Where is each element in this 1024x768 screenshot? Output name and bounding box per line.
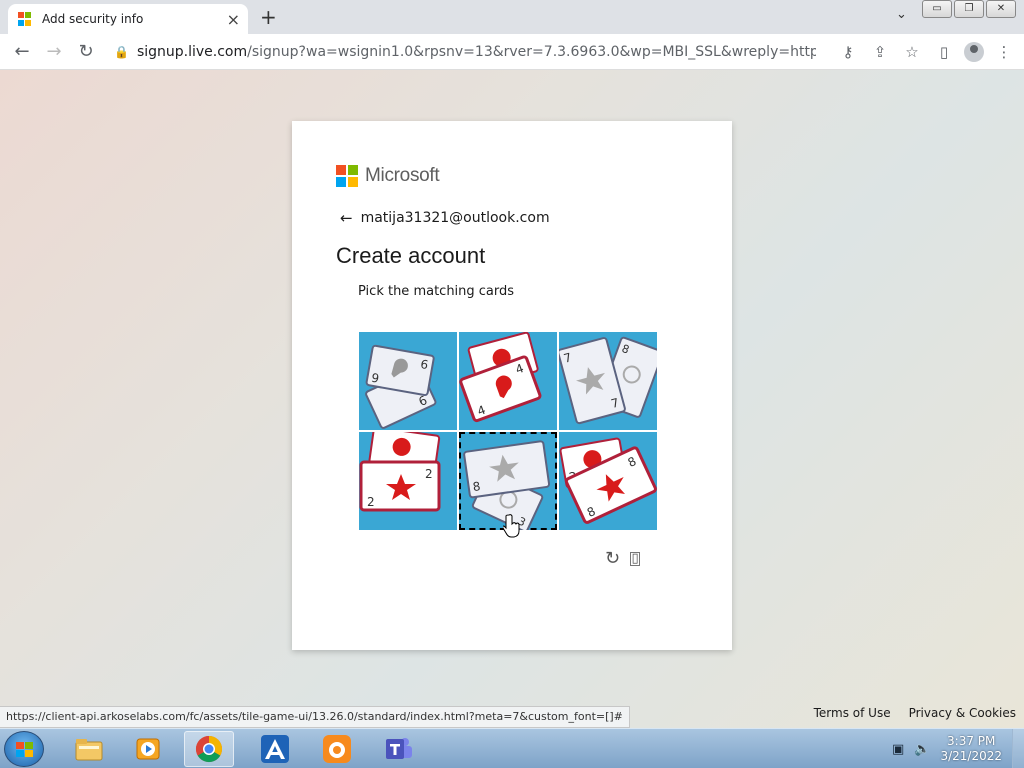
window-controls: ▭ ❐ ✕: [922, 0, 1016, 18]
microsoft-logo-icon: [336, 165, 358, 187]
toolbar-actions: ⚷ ⇪ ☆ ▯ ⋮: [836, 38, 1016, 66]
url-path: /signup?wa=wsignin1.0&rpsnv=13&rver=7.3.…: [247, 44, 816, 60]
browser-tab[interactable]: Add security info ×: [8, 4, 248, 34]
chrome-icon[interactable]: [184, 731, 234, 767]
back-arrow-icon[interactable]: ←: [340, 209, 353, 227]
browser-toolbar: ← → ↻ 🔒 signup.live.com/signup?wa=wsigni…: [0, 34, 1024, 70]
lock-icon[interactable]: 🔒: [114, 45, 129, 59]
page-title: Create account: [336, 243, 486, 268]
windows-logo-icon: [16, 742, 33, 757]
puzzle-tile[interactable]: 6 69: [359, 332, 457, 430]
system-tray: ▣ 🔈 3:37 PM 3/21/2022: [892, 729, 1024, 768]
show-desktop-button[interactable]: [1012, 729, 1024, 768]
browser-tab-strip: Add security info × + ⌄ ▭ ❐ ✕: [0, 0, 1024, 34]
share-icon[interactable]: ⇪: [868, 43, 892, 61]
restore-button[interactable]: ❐: [954, 0, 984, 18]
audio-challenge-icon[interactable]: ▯: [630, 551, 641, 566]
puzzle-controls: ↻ ▯: [605, 548, 641, 569]
puzzle-tile[interactable]: 22: [359, 432, 457, 530]
clock-time: 3:37 PM: [947, 734, 996, 748]
puzzle-tile[interactable]: 8 77: [559, 332, 657, 430]
close-window-button[interactable]: ✕: [986, 0, 1016, 18]
tab-close-icon[interactable]: ×: [227, 10, 240, 29]
puzzle-tile[interactable]: 44: [459, 332, 557, 430]
back-button[interactable]: ←: [6, 41, 38, 62]
terms-link[interactable]: Terms of Use: [814, 706, 891, 720]
key-icon[interactable]: ⚷: [836, 43, 860, 61]
uc-browser-icon[interactable]: [312, 731, 362, 767]
address-bar[interactable]: 🔒 signup.live.com/signup?wa=wsignin1.0&r…: [108, 38, 816, 66]
start-button[interactable]: [4, 731, 44, 767]
brand-name: Microsoft: [365, 165, 440, 186]
footer-links: Terms of Use Privacy & Cookies: [814, 706, 1016, 720]
forward-button[interactable]: →: [38, 41, 70, 62]
tab-search-icon[interactable]: ⌄: [896, 7, 907, 22]
svg-text:2: 2: [425, 467, 433, 481]
teams-icon[interactable]: [374, 731, 424, 767]
link-status-bar: https://client-api.arkoselabs.com/fc/ass…: [0, 706, 630, 728]
arkose-app-icon[interactable]: [250, 731, 300, 767]
puzzle-tile[interactable]: 2 88: [559, 432, 657, 530]
windows-taskbar: ▣ 🔈 3:37 PM 3/21/2022: [0, 728, 1024, 768]
tab-title: Add security info: [42, 12, 144, 26]
file-explorer-icon[interactable]: [64, 731, 114, 767]
profile-icon[interactable]: [964, 42, 984, 62]
microsoft-favicon-icon: [18, 12, 32, 26]
card-tile-grid: 6 69 44 8 77 2 2 3 8 8 8: [359, 332, 657, 530]
puzzle-instruction: Pick the matching cards: [358, 284, 515, 299]
url-host: signup.live.com: [136, 44, 248, 60]
star-icon[interactable]: ☆: [900, 43, 924, 61]
hand-cursor-icon: [503, 514, 520, 538]
identity-email: matija31321@outlook.com: [360, 210, 550, 226]
network-icon[interactable]: ▣: [892, 742, 904, 757]
refresh-icon[interactable]: ↻: [605, 548, 620, 569]
privacy-link[interactable]: Privacy & Cookies: [909, 706, 1016, 720]
volume-icon[interactable]: 🔈: [914, 742, 930, 757]
identity-banner: ← matija31321@outlook.com: [340, 209, 550, 227]
system-clock[interactable]: 3:37 PM 3/21/2022: [940, 734, 1002, 764]
signup-card: Microsoft ← matija31321@outlook.com Crea…: [292, 121, 732, 650]
minimize-button[interactable]: ▭: [922, 0, 952, 18]
reload-button[interactable]: ↻: [70, 41, 102, 62]
media-player-icon[interactable]: [124, 731, 174, 767]
clock-date: 3/21/2022: [940, 749, 1002, 763]
sidepanel-icon[interactable]: ▯: [932, 43, 956, 61]
page-content: Microsoft ← matija31321@outlook.com Crea…: [0, 70, 1024, 728]
microsoft-logo: Microsoft: [336, 165, 440, 187]
menu-icon[interactable]: ⋮: [992, 43, 1016, 61]
new-tab-button[interactable]: +: [260, 5, 277, 29]
svg-text:2: 2: [367, 495, 375, 509]
